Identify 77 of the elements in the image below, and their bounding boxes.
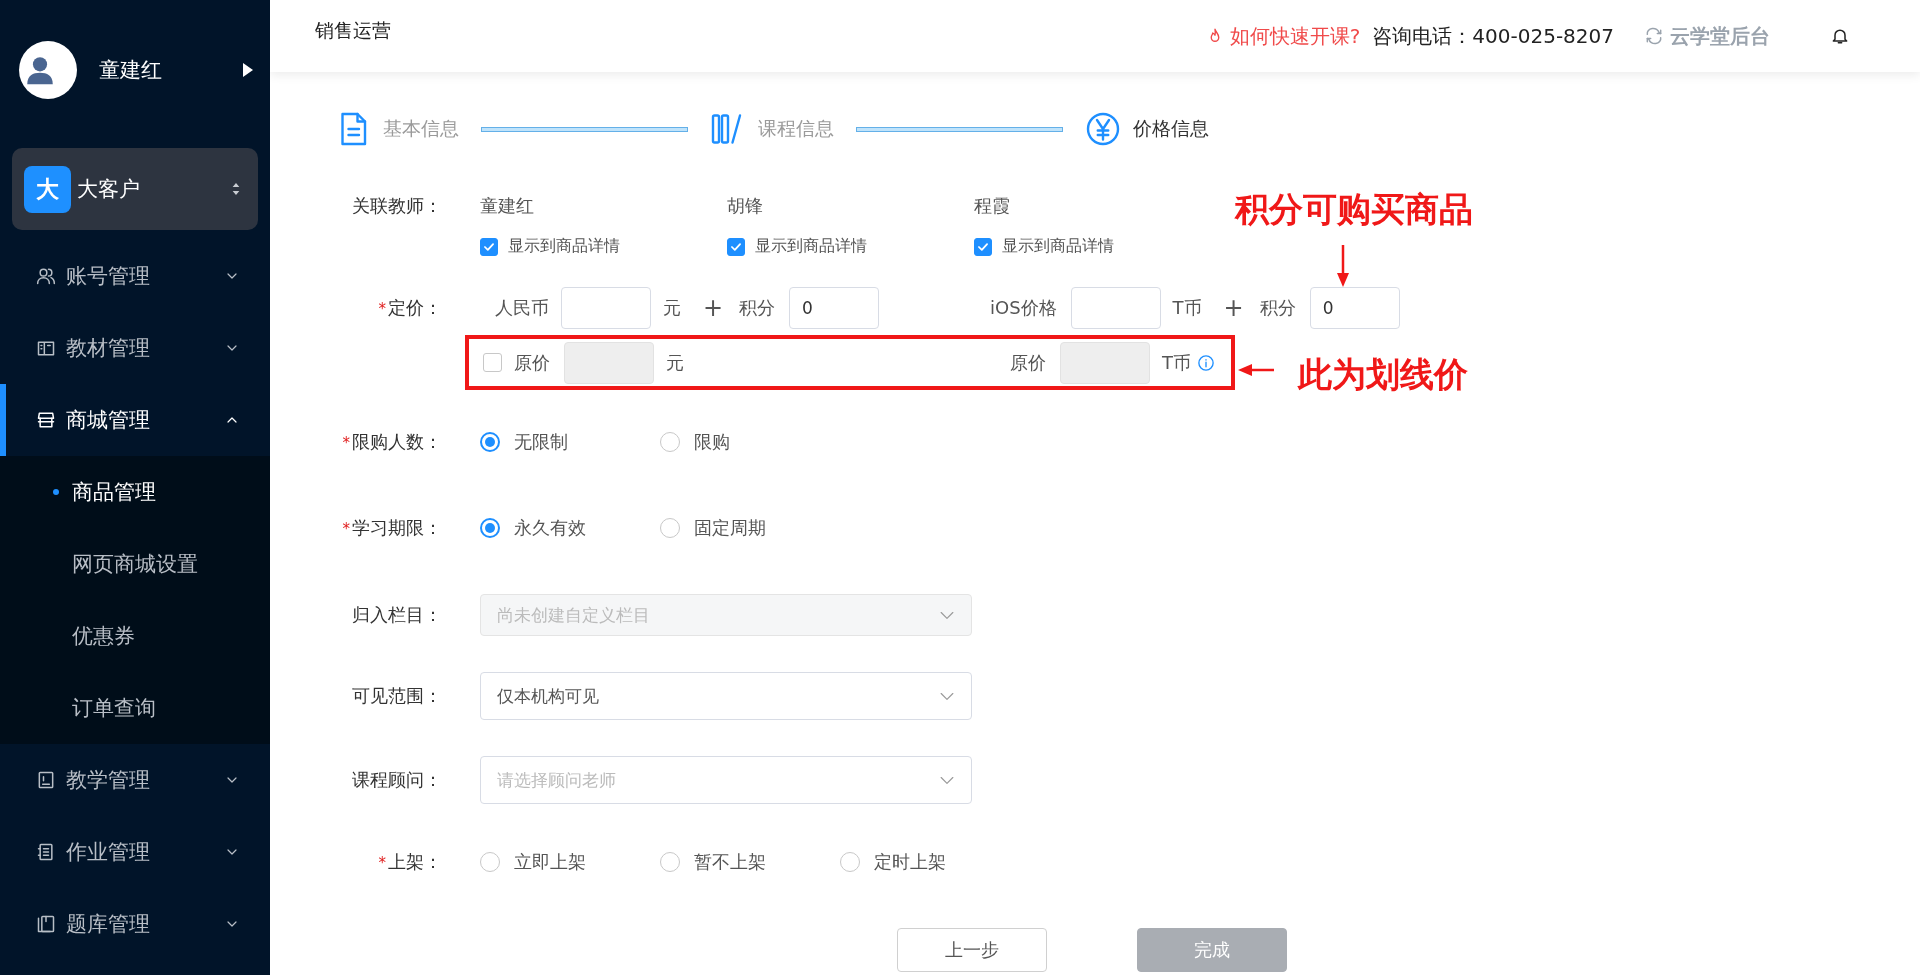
field-label: 关联教师： bbox=[352, 195, 442, 216]
help-link[interactable]: 如何快速开课? bbox=[1205, 22, 1361, 50]
plus-sign: + bbox=[1223, 294, 1244, 322]
unit-label: T币 bbox=[1162, 350, 1191, 375]
radio-label[interactable]: 无限制 bbox=[514, 430, 568, 454]
checkbox-label[interactable]: 显示到商品详情 bbox=[508, 236, 620, 257]
points-label: 积分 bbox=[1259, 296, 1296, 320]
shop-icon bbox=[36, 410, 56, 430]
annotation-text: 积分可购买商品 bbox=[1235, 188, 1473, 231]
plus-sign: + bbox=[703, 294, 724, 322]
radio-label[interactable]: 暂不上架 bbox=[694, 850, 766, 874]
org-name: 大客户 bbox=[77, 176, 141, 203]
original-price-label: 原价 bbox=[514, 350, 550, 375]
field-label: 归入栏目： bbox=[352, 604, 442, 625]
menu-item[interactable]: 教学管理 bbox=[0, 744, 270, 816]
step: 价格信息 bbox=[1085, 111, 1209, 147]
field-label: 可见范围： bbox=[352, 685, 442, 706]
menu-item[interactable]: 题库管理 bbox=[0, 888, 270, 960]
dropdown[interactable]: 仅本机构可见 bbox=[480, 672, 972, 720]
price-input[interactable] bbox=[1070, 287, 1161, 329]
submenu-item[interactable]: 订单查询 bbox=[0, 672, 270, 744]
unit-label: 元 bbox=[663, 296, 681, 320]
annotation-arrow bbox=[1336, 245, 1350, 287]
radio-label[interactable]: 立即上架 bbox=[514, 850, 586, 874]
points-label: 积分 bbox=[739, 296, 776, 320]
checkbox[interactable] bbox=[974, 237, 992, 256]
price-input[interactable] bbox=[561, 287, 651, 329]
checkbox-label[interactable]: 显示到商品详情 bbox=[755, 236, 867, 257]
step: 基本信息 bbox=[335, 111, 459, 147]
radio-button[interactable] bbox=[480, 432, 500, 452]
annotation-text: 此为划线价 bbox=[1298, 353, 1468, 396]
field-label: *学习期限： bbox=[342, 517, 442, 538]
teacher-name: 胡锋 bbox=[727, 194, 764, 218]
unit-label: T币 bbox=[1172, 296, 1202, 320]
user-name[interactable]: 童建红 bbox=[99, 56, 242, 84]
unit-label: 元 bbox=[666, 350, 684, 375]
step-button[interactable]: 上一步 bbox=[897, 928, 1047, 972]
radio-button[interactable] bbox=[480, 518, 500, 538]
original-price-label: 原价 bbox=[1010, 350, 1046, 375]
caret-right-icon[interactable] bbox=[242, 62, 254, 78]
checkbox[interactable] bbox=[483, 353, 502, 372]
yen-circle-icon bbox=[1085, 111, 1121, 147]
list-icon bbox=[36, 842, 56, 862]
checkbox[interactable] bbox=[727, 237, 745, 256]
currency-label: 人民币 bbox=[495, 296, 549, 320]
people-icon bbox=[36, 266, 56, 286]
card-stack-icon bbox=[36, 914, 56, 934]
teacher-name: 童建红 bbox=[480, 194, 535, 218]
submenu-item[interactable]: 优惠券 bbox=[0, 600, 270, 672]
checkbox-label[interactable]: 显示到商品详情 bbox=[1002, 236, 1114, 257]
submenu-item[interactable]: 商品管理 bbox=[0, 456, 270, 528]
submenu-item[interactable]: 网页商城设置 bbox=[0, 528, 270, 600]
menu-item[interactable]: 账号管理 bbox=[0, 240, 270, 312]
organization-switcher[interactable]: 大 大客户 bbox=[12, 148, 258, 230]
field-label: 课程顾问： bbox=[352, 769, 442, 790]
board-icon bbox=[36, 770, 56, 790]
annotation-arrow bbox=[1238, 363, 1274, 377]
refresh-icon bbox=[1644, 26, 1664, 46]
checkbox[interactable] bbox=[480, 237, 498, 256]
phone-number: 咨询电话：400-025-8207 bbox=[1372, 22, 1614, 50]
menu-item[interactable]: 作业管理 bbox=[0, 816, 270, 888]
field-label: *限购人数： bbox=[342, 431, 442, 452]
teacher-name: 程霞 bbox=[974, 194, 1011, 218]
radio-label[interactable]: 限购 bbox=[694, 430, 730, 454]
currency-label: iOS价格 bbox=[990, 296, 1057, 320]
radio-label[interactable]: 固定周期 bbox=[694, 516, 766, 540]
field-label: *定价： bbox=[378, 297, 442, 318]
book-icon bbox=[36, 338, 56, 358]
page-title: 销售运营 bbox=[315, 18, 392, 43]
points-input[interactable]: 0 bbox=[1309, 287, 1400, 329]
step: 课程信息 bbox=[710, 111, 834, 147]
field-label: *上架： bbox=[378, 851, 442, 872]
org-badge: 大 bbox=[24, 165, 71, 213]
points-input[interactable]: 0 bbox=[789, 287, 880, 329]
radio-label[interactable]: 定时上架 bbox=[874, 850, 946, 874]
radio-label[interactable]: 永久有效 bbox=[514, 516, 586, 540]
menu-item[interactable]: 教材管理 bbox=[0, 312, 270, 384]
